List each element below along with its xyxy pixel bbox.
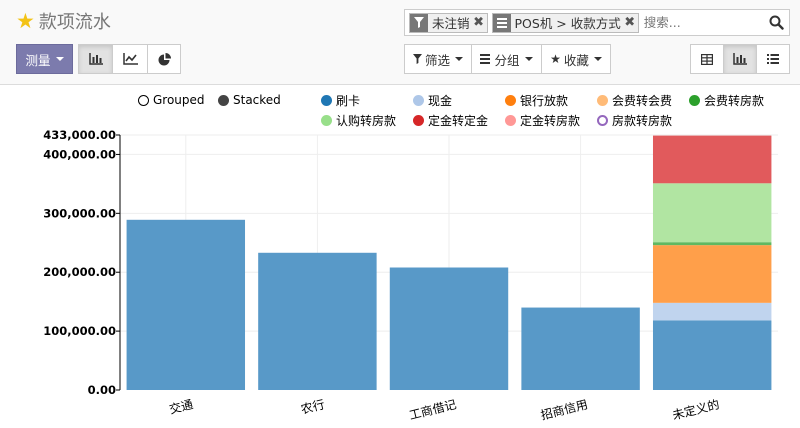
bar-chart-icon (733, 53, 747, 65)
view-pivot-button[interactable] (690, 44, 724, 74)
legend-item[interactable]: 银行放款 (505, 93, 569, 108)
favorites-label: 收藏 (563, 52, 589, 68)
search-icon[interactable] (763, 10, 789, 35)
pie-chart-icon (158, 52, 171, 65)
search-facet-label: 未注销 (432, 16, 470, 31)
legend-label: 刷卡 (336, 93, 361, 108)
legend-swatch (505, 114, 516, 126)
line-chart-button[interactable] (112, 44, 148, 74)
y-tick-label: 433,000.00 (43, 128, 116, 142)
bar (652, 242, 772, 246)
y-tick-label: 0.00 (88, 383, 116, 397)
legend-swatch (597, 94, 608, 106)
legend-label: 现金 (428, 93, 453, 108)
line-chart-icon (122, 53, 138, 65)
groupby-button[interactable]: 分组 (471, 44, 542, 74)
bar (652, 135, 772, 184)
search-facet-groupby[interactable]: POS机 > 收款方式 ✖ (491, 12, 639, 33)
legend-label: 定金转房款 (520, 113, 581, 128)
filter-icon (410, 13, 428, 32)
legend-item[interactable]: 房款转房款 (597, 113, 673, 128)
x-tick-label: 招商信用 (539, 396, 589, 422)
legend-label: 会费转房款 (704, 93, 765, 108)
legend-item[interactable]: 认购转房款 (321, 113, 397, 128)
bar (126, 219, 246, 390)
x-tick-label: 交通 (168, 396, 195, 416)
favorites-button[interactable]: ★ 收藏 (541, 44, 611, 74)
close-icon[interactable]: ✖ (473, 14, 485, 32)
page-title: ★ 款项流水 (16, 9, 111, 33)
groupby-icon (492, 13, 511, 32)
legend-mode-grouped[interactable]: Grouped (138, 93, 205, 107)
list-icon (767, 54, 779, 64)
radio-selected-icon (218, 94, 229, 106)
search-input[interactable] (642, 10, 763, 35)
control-panel: ★ 款项流水 未注销 ✖ POS机 > 收款方式 ✖ 测量 (0, 0, 800, 85)
caret-down-icon (524, 57, 533, 61)
legend-mode-label: Grouped (153, 93, 205, 107)
caret-down-icon (455, 57, 463, 61)
y-tick-label: 300,000.00 (43, 206, 116, 220)
measures-label: 测量 (25, 52, 51, 68)
legend-item[interactable]: 刷卡 (321, 93, 361, 108)
star-icon[interactable]: ★ (16, 10, 35, 32)
close-icon[interactable]: ✖ (624, 14, 636, 32)
caret-down-icon (55, 57, 64, 61)
legend-swatch (321, 94, 332, 106)
bar-chart-icon (88, 53, 103, 65)
legend-label: 房款转房款 (612, 113, 673, 128)
filters-label: 筛选 (424, 52, 450, 68)
legend-item[interactable]: 定金转房款 (505, 113, 581, 128)
y-tick-label: 200,000.00 (43, 265, 116, 279)
legend-label: 银行放款 (520, 93, 569, 108)
y-tick-label: 400,000.00 (43, 147, 116, 161)
y-tick-label: 100,000.00 (43, 324, 116, 338)
legend-swatch (505, 94, 516, 106)
legend-swatch (597, 114, 608, 126)
bar (652, 320, 772, 390)
legend-label: 会费转会费 (612, 93, 673, 108)
bar (521, 307, 640, 390)
groupby-label: 分组 (494, 52, 520, 68)
legend-swatch (413, 94, 424, 106)
page-title-text: 款项流水 (38, 12, 111, 33)
legend-swatch (413, 114, 424, 126)
bar (258, 252, 377, 390)
legend-item[interactable]: 定金转定金 (413, 113, 489, 128)
filters-button[interactable]: 筛选 (404, 44, 472, 74)
legend-label: 定金转定金 (428, 113, 489, 128)
legend-swatch (321, 114, 332, 126)
pie-chart-button[interactable] (147, 44, 181, 74)
measures-button[interactable]: 测量 (16, 44, 73, 74)
bar (652, 302, 772, 321)
search-facet-label: POS机 > 收款方式 (514, 16, 621, 31)
search-facet-filter[interactable]: 未注销 ✖ (409, 12, 488, 33)
x-tick-label: 工商借记 (408, 396, 458, 422)
legend-swatch (689, 94, 700, 106)
radio-icon (138, 94, 149, 106)
search-bar[interactable]: 未注销 ✖ POS机 > 收款方式 ✖ (404, 9, 790, 36)
view-list-button[interactable] (756, 44, 790, 74)
bar-chart-button[interactable] (78, 44, 113, 74)
table-icon (701, 53, 713, 65)
caret-down-icon (593, 57, 602, 61)
legend-label: 认购转房款 (336, 113, 397, 128)
x-tick-label: 农行 (299, 397, 326, 416)
filter-icon (412, 54, 422, 64)
bar (389, 267, 509, 390)
star-icon: ★ (550, 52, 561, 66)
view-graph-button[interactable] (723, 44, 757, 74)
legend-item[interactable]: 会费转房款 (689, 93, 765, 108)
groupby-icon (480, 54, 491, 64)
bar (652, 245, 772, 303)
legend-mode-stacked[interactable]: Stacked (218, 93, 281, 107)
bar (652, 183, 772, 243)
legend-mode-label: Stacked (233, 93, 281, 107)
legend-item[interactable]: 现金 (413, 93, 453, 108)
legend-item[interactable]: 会费转会费 (597, 93, 673, 108)
x-tick-label: 未定义的 (671, 396, 721, 422)
